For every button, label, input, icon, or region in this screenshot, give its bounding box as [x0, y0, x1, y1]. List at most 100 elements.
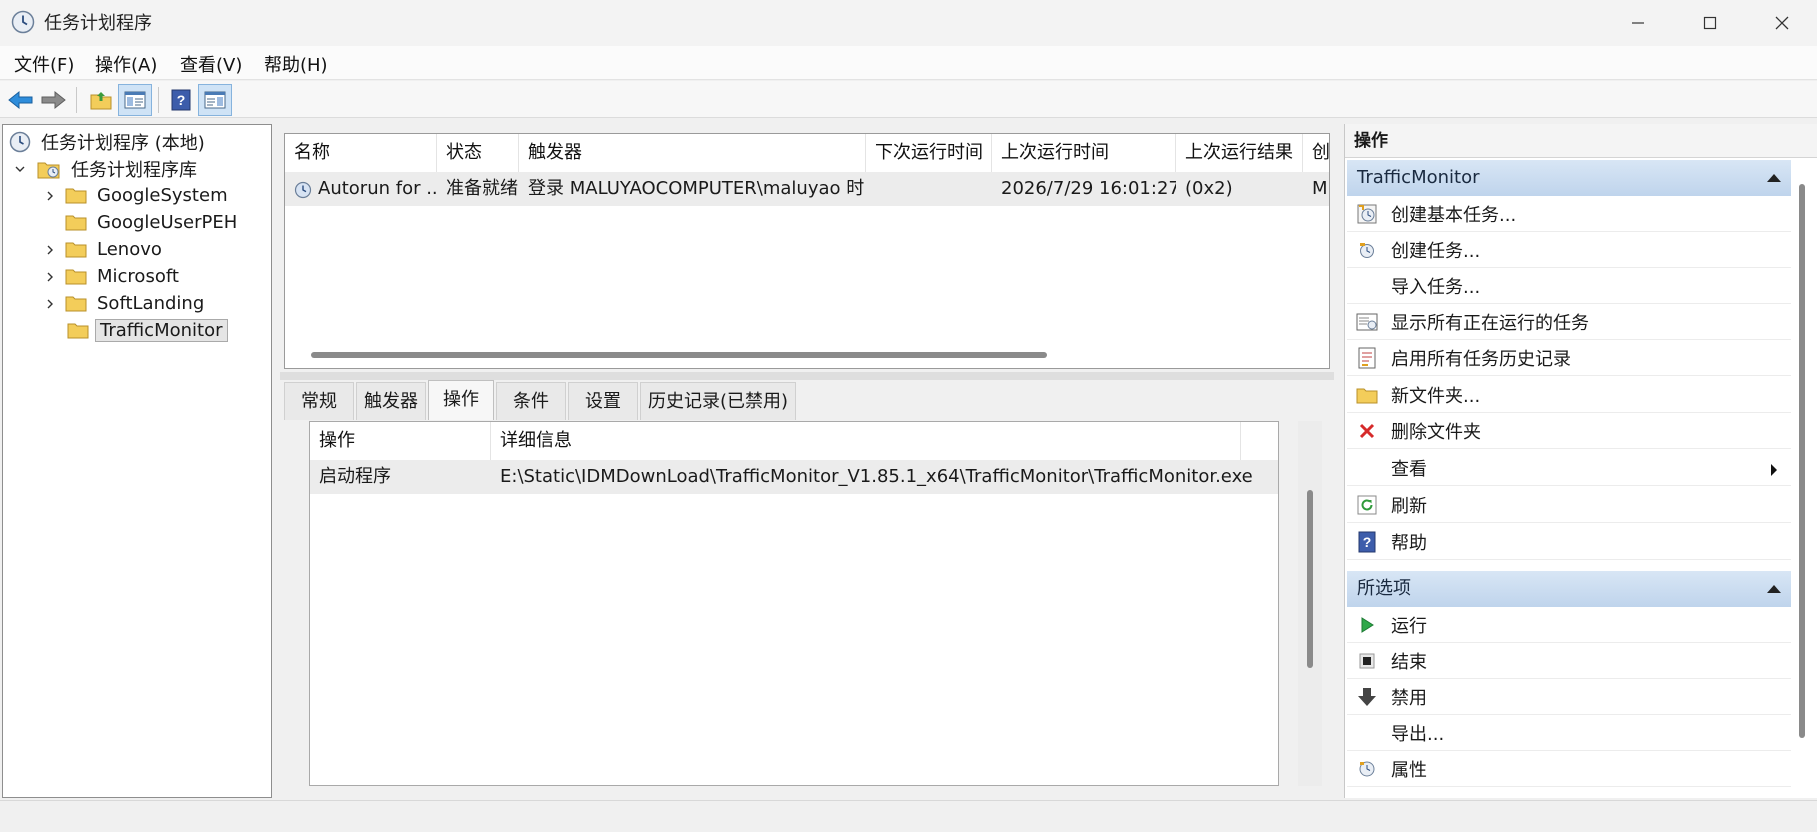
action-help[interactable]: ? 帮助: [1347, 524, 1791, 560]
menu-action[interactable]: 操作(A): [95, 51, 157, 77]
forward-button[interactable]: [36, 84, 70, 116]
console-tree: 任务计划程序 (本地) 任务计划程序库 GoogleSystem GoogleU…: [2, 124, 272, 798]
title-bar: 任务计划程序: [0, 0, 1817, 46]
tree-item-label: 任务计划程序库: [71, 159, 197, 181]
tree-item-library[interactable]: 任务计划程序库: [13, 155, 201, 182]
menu-file[interactable]: 文件(F): [14, 51, 74, 77]
tree-folder-softlanding[interactable]: SoftLanding: [43, 290, 208, 317]
tab-triggers[interactable]: 触发器: [356, 382, 426, 420]
tree-folder-lenovo[interactable]: Lenovo: [43, 236, 166, 263]
action-new-folder[interactable]: 新文件夹...: [1347, 377, 1791, 413]
folder-icon: [65, 268, 87, 285]
pane-splitter[interactable]: [280, 372, 1334, 380]
tab-general[interactable]: 常规: [284, 382, 354, 420]
section-header-selected-item[interactable]: 所选项: [1347, 571, 1791, 607]
column-header-author[interactable]: 创: [1303, 134, 1329, 172]
svg-text:?: ?: [1363, 534, 1372, 550]
folder-up-icon: [90, 92, 112, 110]
chevron-right-icon[interactable]: [43, 189, 57, 203]
action-label: 禁用: [1391, 687, 1427, 709]
action-enable-history[interactable]: 启用所有任务历史记录: [1347, 340, 1791, 376]
action-create-basic-task[interactable]: 创建基本任务...: [1347, 196, 1791, 232]
action-disable[interactable]: 禁用: [1347, 679, 1791, 715]
action-details-table: 操作 详细信息 启动程序 E:\Static\IDMDownLoad\Traff…: [309, 421, 1279, 786]
chevron-right-icon[interactable]: [43, 297, 57, 311]
collapse-caret-icon[interactable]: [1767, 174, 1781, 182]
actions-pane: 操作 TrafficMonitor 创建基本任务... 创建任务... 导入任务…: [1344, 124, 1817, 798]
chevron-right-icon[interactable]: [43, 270, 57, 284]
chevron-right-icon[interactable]: [43, 243, 57, 257]
menu-view[interactable]: 查看(V): [180, 51, 242, 77]
create-basic-task-icon: [1355, 202, 1379, 226]
close-button[interactable]: [1746, 0, 1817, 46]
toolbar: ?: [0, 81, 1817, 118]
column-header-last-run[interactable]: 上次运行时间: [992, 134, 1176, 172]
help-button[interactable]: ?: [164, 84, 198, 116]
up-folder-button[interactable]: [84, 84, 118, 116]
column-header-next-run[interactable]: 下次运行时间: [866, 134, 992, 172]
tree-root-task-scheduler[interactable]: 任务计划程序 (本地): [9, 128, 209, 155]
column-header-detail[interactable]: 详细信息: [491, 422, 1241, 460]
chevron-down-icon[interactable]: [13, 162, 27, 176]
blank-icon: [1355, 456, 1379, 480]
column-header-last-result[interactable]: 上次运行结果: [1176, 134, 1303, 172]
section-header-trafficmonitor[interactable]: TrafficMonitor: [1347, 160, 1791, 196]
action-properties[interactable]: 属性: [1347, 751, 1791, 787]
horizontal-scrollbar[interactable]: [311, 352, 1047, 358]
show-hide-tree-button[interactable]: [118, 84, 152, 116]
create-task-icon: [1355, 238, 1379, 262]
task-list: 名称 状态 触发器 下次运行时间 上次运行时间 上次运行结果 创 Autorun…: [284, 133, 1330, 369]
menu-help[interactable]: 帮助(H): [264, 51, 328, 77]
action-label: 导出...: [1391, 723, 1445, 745]
collapse-caret-icon[interactable]: [1767, 585, 1781, 593]
column-header-action[interactable]: 操作: [310, 422, 491, 460]
action-label: 创建任务...: [1391, 240, 1481, 262]
action-display-running-tasks[interactable]: 显示所有正在运行的任务: [1347, 304, 1791, 340]
vertical-scrollbar[interactable]: [1307, 490, 1313, 668]
tree-folder-microsoft[interactable]: Microsoft: [43, 263, 183, 290]
action-export[interactable]: 导出...: [1347, 715, 1791, 751]
toolbar-separator: [76, 87, 77, 113]
action-detail-cell: E:\Static\IDMDownLoad\TrafficMonitor_V1.…: [500, 466, 1253, 487]
action-refresh[interactable]: 刷新: [1347, 487, 1791, 523]
properties-clock-icon: [1355, 757, 1379, 781]
action-create-task[interactable]: 创建任务...: [1347, 232, 1791, 268]
folder-icon: [65, 241, 87, 258]
tree-folder-googlesystem[interactable]: GoogleSystem: [43, 182, 232, 209]
svg-text:?: ?: [177, 92, 186, 108]
action-label: 运行: [1391, 615, 1427, 637]
section-title: TrafficMonitor: [1357, 167, 1480, 188]
tree-item-label: GoogleUserPEH: [97, 212, 238, 233]
history-log-icon: [1355, 346, 1379, 370]
maximize-button[interactable]: [1674, 0, 1746, 46]
action-end[interactable]: 结束: [1347, 643, 1791, 679]
action-run[interactable]: 运行: [1347, 607, 1791, 643]
column-header-trigger[interactable]: 触发器: [519, 134, 866, 172]
minimize-button[interactable]: [1602, 0, 1674, 46]
folder-icon: [65, 187, 87, 204]
back-button[interactable]: [4, 84, 38, 116]
action-view[interactable]: 查看: [1347, 450, 1791, 486]
clock-icon: [9, 131, 31, 153]
action-delete-folder[interactable]: 删除文件夹: [1347, 413, 1791, 449]
show-hide-action-pane-button[interactable]: [198, 84, 232, 116]
tab-conditions[interactable]: 条件: [496, 382, 566, 420]
task-detail-tabs: 常规 触发器 操作 条件 设置 历史记录(已禁用): [284, 380, 1330, 420]
tree-folder-trafficmonitor[interactable]: TrafficMonitor: [63, 317, 228, 344]
clock-icon: [11, 10, 35, 34]
tab-settings[interactable]: 设置: [568, 382, 638, 420]
actions-pane-scrollbar[interactable]: [1799, 184, 1805, 738]
tree-item-label: GoogleSystem: [97, 185, 228, 206]
tab-history[interactable]: 历史记录(已禁用): [640, 382, 796, 420]
task-next-run-cell: [866, 172, 992, 206]
task-name-cell: Autorun for ...: [318, 178, 437, 199]
action-import-task[interactable]: 导入任务...: [1347, 268, 1791, 304]
tree-folder-googleuserpeh[interactable]: GoogleUserPEH: [43, 209, 241, 236]
column-header-status[interactable]: 状态: [437, 134, 519, 172]
tab-actions[interactable]: 操作: [428, 380, 494, 420]
column-header-name[interactable]: 名称: [285, 134, 437, 172]
action-label: 新文件夹...: [1391, 385, 1481, 407]
folder-icon: [67, 322, 89, 339]
task-author-cell: M: [1312, 178, 1328, 199]
new-folder-icon: [1355, 383, 1379, 407]
